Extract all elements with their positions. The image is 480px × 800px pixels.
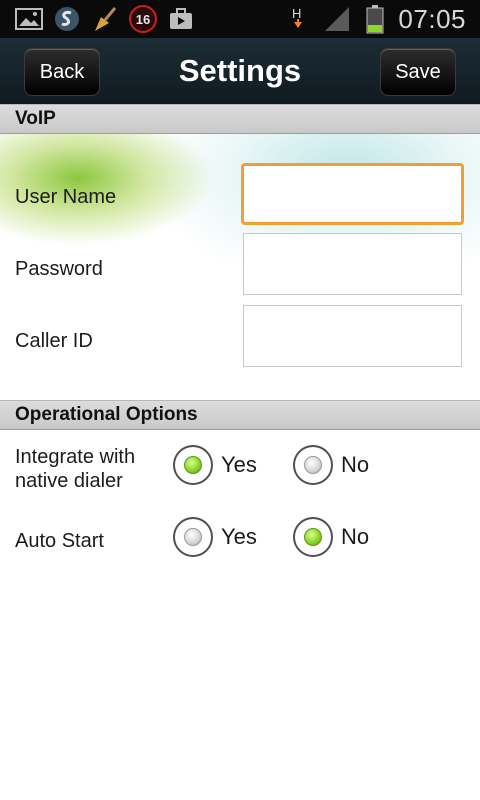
clock: 07:05 bbox=[398, 3, 466, 34]
signal-icon bbox=[322, 4, 352, 34]
auto-start-yes-option[interactable]: Yes bbox=[173, 517, 257, 557]
auto-start-no-radio[interactable] bbox=[293, 517, 333, 557]
screen: 16 H 07:05 Settings Back Save VoIP User … bbox=[0, 0, 480, 800]
radio-dot bbox=[304, 528, 322, 546]
password-input[interactable] bbox=[243, 233, 462, 295]
broom-icon bbox=[90, 4, 120, 34]
password-label: Password bbox=[15, 258, 103, 280]
auto-start-yes-radio[interactable] bbox=[173, 517, 213, 557]
s-app-icon bbox=[52, 4, 82, 34]
username-label: User Name bbox=[15, 186, 117, 208]
gallery-icon bbox=[14, 4, 44, 34]
integrate-yes-option[interactable]: Yes bbox=[173, 445, 257, 485]
radio-dot bbox=[304, 456, 322, 474]
title-bar: Settings Back Save bbox=[0, 38, 480, 106]
auto-start-no-label: No bbox=[341, 524, 370, 549]
battery-icon bbox=[360, 4, 390, 34]
integrate-yes-radio[interactable] bbox=[173, 445, 213, 485]
notification-count-icon: 16 bbox=[128, 4, 158, 34]
username-input[interactable] bbox=[241, 163, 464, 225]
operational-options-header: Operational Options bbox=[0, 400, 480, 430]
integrate-dialer-label-line1: Integrate with bbox=[15, 446, 136, 468]
integrate-no-radio[interactable] bbox=[293, 445, 333, 485]
status-bar: 16 H 07:05 bbox=[0, 0, 480, 38]
voip-section-header: VoIP bbox=[0, 104, 480, 134]
integrate-dialer-label-line2: native dialer bbox=[15, 470, 123, 492]
auto-start-yes-label: Yes bbox=[221, 524, 257, 549]
save-button[interactable]: Save bbox=[380, 48, 456, 96]
network-type-text: H bbox=[292, 6, 301, 21]
integrate-no-label: No bbox=[341, 452, 370, 477]
caller-id-label: Caller ID bbox=[15, 330, 93, 352]
auto-start-no-option[interactable]: No bbox=[293, 517, 369, 557]
network-type-icon: H bbox=[284, 4, 314, 34]
auto-start-label: Auto Start bbox=[15, 530, 104, 552]
integrate-no-option[interactable]: No bbox=[293, 445, 369, 485]
integrate-yes-label: Yes bbox=[221, 452, 257, 477]
back-button[interactable]: Back bbox=[24, 48, 100, 96]
voip-panel: User Name Password Caller ID bbox=[0, 134, 480, 400]
caller-id-input[interactable] bbox=[243, 305, 462, 367]
radio-dot bbox=[184, 456, 202, 474]
briefcase-icon bbox=[166, 4, 196, 34]
integrate-dialer-label: Integrate with native dialer bbox=[15, 445, 135, 493]
radio-dot bbox=[184, 528, 202, 546]
settings-content: VoIP User Name Password Caller ID Operat… bbox=[0, 104, 480, 800]
